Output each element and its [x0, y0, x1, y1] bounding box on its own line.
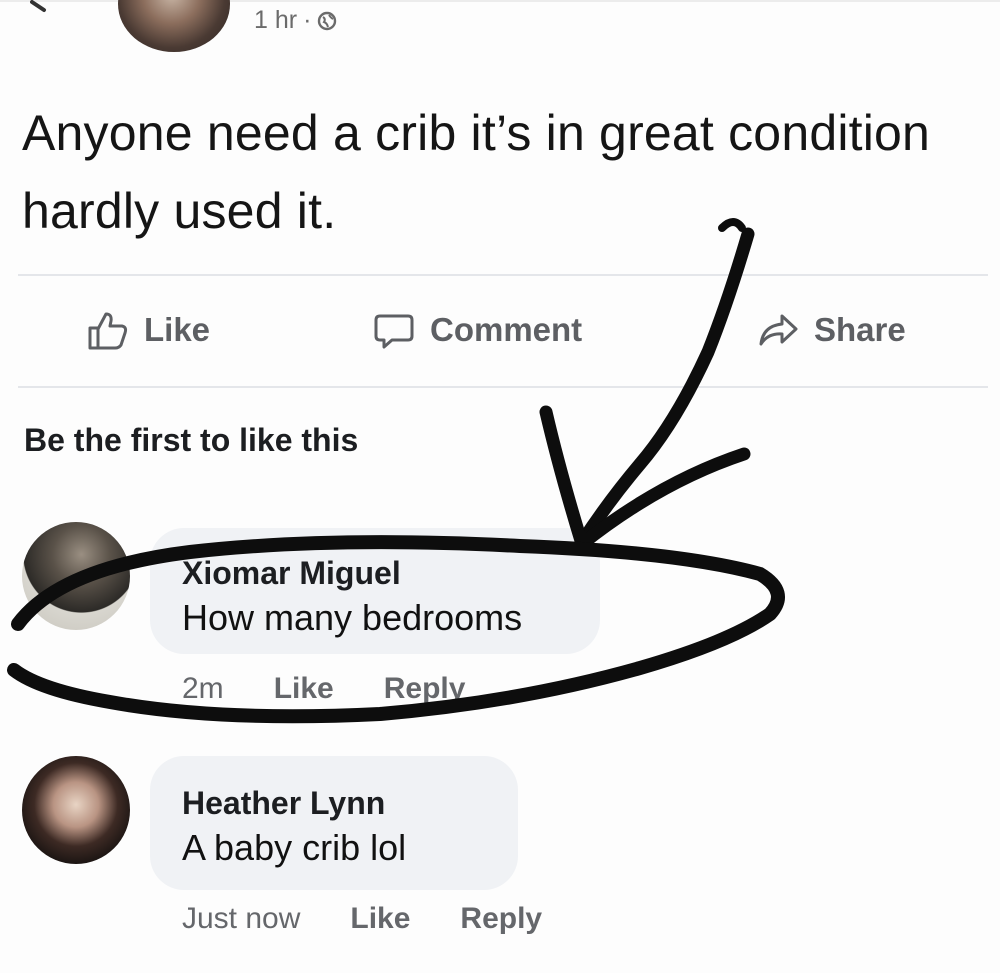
divider: [18, 386, 988, 388]
like-button[interactable]: Like: [86, 308, 210, 352]
comment-text: How many bedrooms: [182, 597, 523, 638]
reaction-summary: Be the first to like this: [24, 422, 359, 458]
like-label: Like: [144, 311, 211, 348]
comment-reply-button[interactable]: Reply: [384, 672, 466, 706]
thumbs-up-icon: [88, 312, 128, 350]
post-page: 1 hr · Anyone need a crib it’s in great …: [0, 0, 1000, 973]
post-meta: 1 hr ·: [254, 6, 337, 35]
comment-actions: 2m Like Reply: [182, 672, 465, 706]
comment-bubble: Heather Lynn A baby crib lol: [150, 756, 518, 890]
comment-button[interactable]: Comment: [372, 308, 1000, 352]
share-button[interactable]: Share: [756, 308, 906, 352]
commenter-avatar[interactable]: [22, 522, 130, 630]
share-label: Share: [814, 311, 906, 348]
comment-like-button[interactable]: Like: [274, 672, 334, 706]
comment-like-button[interactable]: Like: [350, 902, 410, 936]
comment-time: 2m: [182, 672, 224, 705]
post-time[interactable]: 1 hr: [254, 6, 297, 35]
comment-reply-button[interactable]: Reply: [460, 902, 542, 936]
meta-separator: ·: [303, 6, 312, 34]
comment-text: A baby crib lol: [182, 827, 407, 868]
globe-icon: [318, 11, 337, 30]
comment-label: Comment: [430, 311, 583, 348]
commenter-avatar[interactable]: [22, 756, 130, 864]
comment-actions: Just now Like Reply: [182, 902, 542, 936]
post-author-avatar[interactable]: [118, 0, 230, 52]
back-arrow-icon[interactable]: [30, 0, 52, 14]
commenter-name[interactable]: Xiomar Miguel: [182, 554, 568, 592]
post-text: Anyone need a crib it’s in great conditi…: [22, 105, 931, 239]
share-icon: [759, 314, 798, 346]
comment-icon: [374, 314, 414, 349]
divider: [18, 274, 988, 276]
commenter-name[interactable]: Heather Lynn: [182, 784, 486, 822]
comment-bubble: Xiomar Miguel How many bedrooms: [150, 528, 600, 654]
comment-time: Just now: [182, 902, 301, 935]
